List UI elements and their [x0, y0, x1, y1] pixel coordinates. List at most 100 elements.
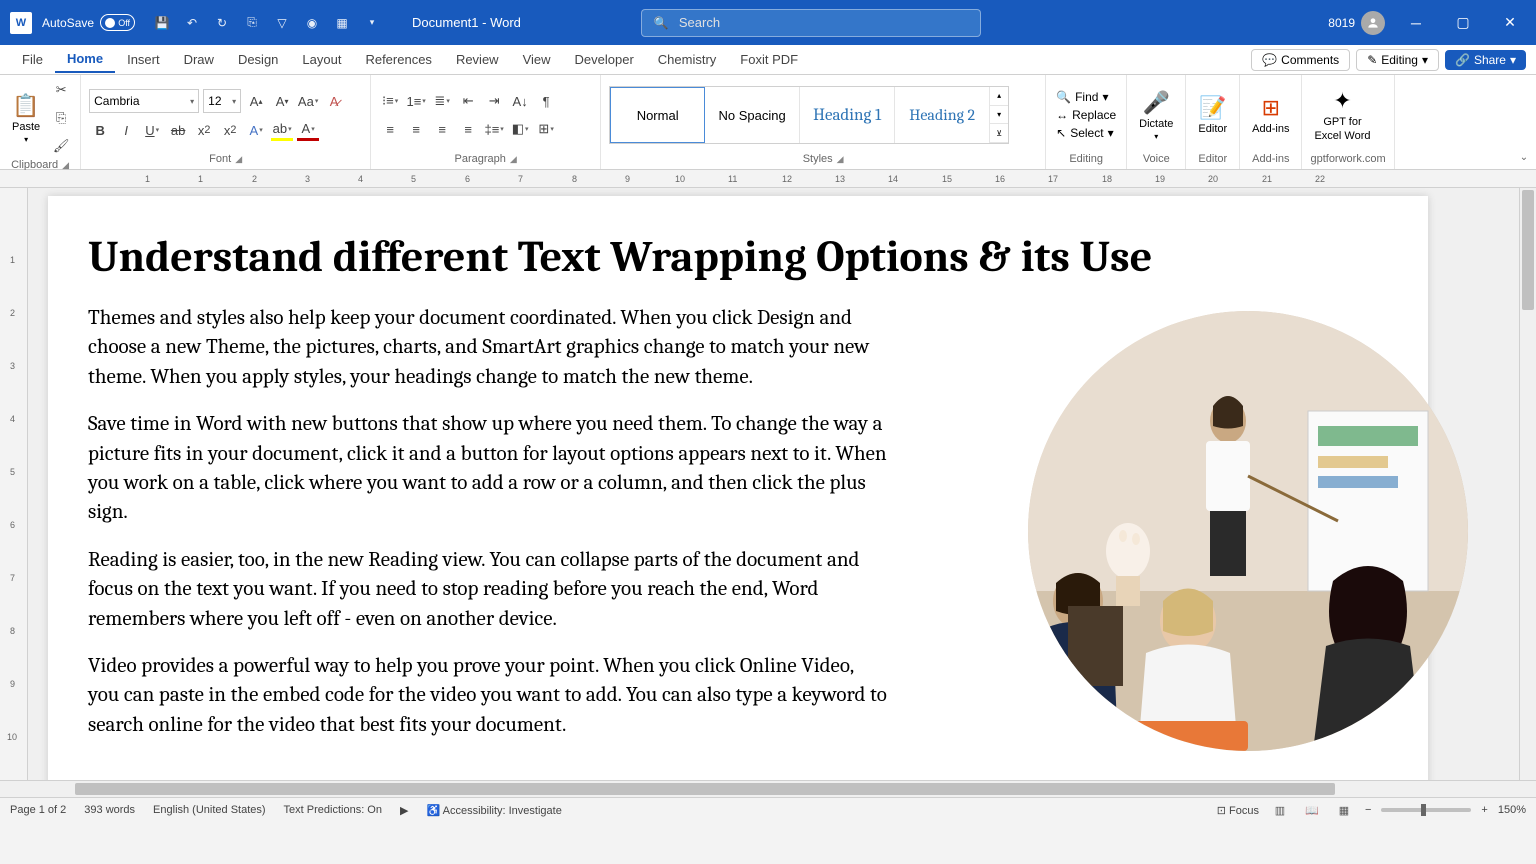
increase-indent-icon[interactable]: ⇥	[483, 90, 505, 112]
styles-launcher[interactable]: ◢	[837, 154, 844, 165]
gallery-up-icon[interactable]: ▴	[990, 87, 1008, 106]
line-spacing-icon[interactable]: ‡≡▾	[483, 118, 505, 140]
vscroll-thumb[interactable]	[1522, 190, 1534, 310]
tab-chemistry[interactable]: Chemistry	[646, 47, 729, 72]
horizontal-ruler[interactable]: 1123 4567 891011 12131415 16171819 20212…	[0, 170, 1536, 188]
status-predictions[interactable]: Text Predictions: On	[284, 804, 382, 816]
font-size-combo[interactable]: 12▾	[203, 89, 241, 113]
print-layout-icon[interactable]: ▥	[1269, 801, 1291, 819]
sort-icon[interactable]: A↓	[509, 90, 531, 112]
multilevel-list-icon[interactable]: ≣▾	[431, 90, 453, 112]
tab-file[interactable]: File	[10, 47, 55, 72]
strikethrough-button[interactable]: ab	[167, 119, 189, 141]
customize-qat-icon[interactable]: ▾	[362, 13, 382, 33]
text-effects-icon[interactable]: A▾	[245, 119, 267, 141]
font-name-combo[interactable]: Cambria▾	[89, 89, 199, 113]
font-launcher[interactable]: ◢	[235, 154, 242, 165]
vertical-ruler[interactable]: 1234 5678 910	[0, 188, 28, 780]
dictate-button[interactable]: 🎤 Dictate▾	[1135, 86, 1177, 145]
paragraph-launcher[interactable]: ◢	[510, 154, 517, 165]
clipboard-launcher[interactable]: ◢	[62, 160, 69, 171]
doc-heading[interactable]: Understand different Text Wrapping Optio…	[88, 231, 1368, 282]
tab-draw[interactable]: Draw	[172, 47, 226, 72]
comments-button[interactable]: 💬 Comments	[1251, 49, 1350, 71]
style-heading1[interactable]: Heading 1	[800, 87, 895, 143]
status-accessibility[interactable]: ♿ Accessibility: Investigate	[426, 804, 561, 817]
shading-icon[interactable]: ◧▾	[509, 118, 531, 140]
style-heading2[interactable]: Heading 2	[895, 87, 990, 143]
shrink-font-icon[interactable]: A▾	[271, 90, 293, 112]
search-input[interactable]	[679, 15, 968, 30]
undo-icon[interactable]: ↶	[182, 13, 202, 33]
style-no-spacing[interactable]: No Spacing	[705, 87, 800, 143]
redo-icon[interactable]: ↻	[212, 13, 232, 33]
paste-button[interactable]: 📋 Paste ▾	[8, 89, 44, 148]
doc-paragraph-4[interactable]: Video provides a powerful way to help yo…	[88, 652, 888, 740]
tab-developer[interactable]: Developer	[563, 47, 646, 72]
justify-icon[interactable]: ≡	[457, 118, 479, 140]
find-button[interactable]: 🔍 Find ▾	[1054, 89, 1118, 105]
tab-view[interactable]: View	[511, 47, 563, 72]
save-icon[interactable]: 💾	[152, 13, 172, 33]
style-normal[interactable]: Normal	[610, 87, 705, 143]
copy-icon[interactable]: ⎘	[50, 107, 72, 129]
share-button[interactable]: 🔗 Share ▾	[1445, 50, 1526, 70]
align-right-icon[interactable]: ≡	[431, 118, 453, 140]
zoom-slider[interactable]	[1381, 808, 1471, 812]
gpt-button[interactable]: ✦ GPT for Excel Word	[1310, 84, 1374, 146]
vertical-scrollbar[interactable]	[1519, 188, 1536, 780]
show-marks-icon[interactable]: ¶	[535, 90, 557, 112]
status-page[interactable]: Page 1 of 2	[10, 804, 66, 816]
focus-button[interactable]: ⊡ Focus	[1217, 804, 1259, 817]
status-macro-icon[interactable]: ▶	[400, 804, 408, 817]
hscroll-thumb[interactable]	[75, 783, 1335, 795]
bullets-icon[interactable]: ⁝≡▾	[379, 90, 401, 112]
maximize-button[interactable]: ▢	[1447, 7, 1479, 39]
decrease-indent-icon[interactable]: ⇤	[457, 90, 479, 112]
align-left-icon[interactable]: ≡	[379, 118, 401, 140]
qat-icon-3[interactable]: ▦	[332, 13, 352, 33]
underline-button[interactable]: U▾	[141, 119, 163, 141]
italic-button[interactable]: I	[115, 119, 137, 141]
numbering-icon[interactable]: 1≡▾	[405, 90, 427, 112]
editor-button[interactable]: 📝 Editor	[1194, 91, 1231, 139]
qat-icon-1[interactable]: ⎘	[242, 13, 262, 33]
bold-button[interactable]: B	[89, 119, 111, 141]
change-case-icon[interactable]: Aa▾	[297, 90, 319, 112]
highlight-icon[interactable]: ab▾	[271, 119, 293, 141]
gallery-down-icon[interactable]: ▾	[990, 106, 1008, 125]
tab-home[interactable]: Home	[55, 46, 115, 73]
user-badge[interactable]: 8019	[1328, 11, 1385, 35]
wrapped-image[interactable]	[1028, 311, 1468, 751]
qat-icon-2[interactable]: ◉	[302, 13, 322, 33]
tab-design[interactable]: Design	[226, 47, 290, 72]
horizontal-scrollbar[interactable]	[0, 780, 1536, 797]
tab-insert[interactable]: Insert	[115, 47, 172, 72]
select-button[interactable]: ↖ Select ▾	[1054, 125, 1118, 141]
zoom-out-button[interactable]: −	[1365, 804, 1371, 816]
cut-icon[interactable]: ✂	[50, 79, 72, 101]
collapse-ribbon-icon[interactable]: ⌄	[1520, 152, 1528, 163]
web-layout-icon[interactable]: ▦	[1333, 801, 1355, 819]
borders-icon[interactable]: ⊞▾	[535, 118, 557, 140]
tab-foxit[interactable]: Foxit PDF	[728, 47, 810, 72]
status-words[interactable]: 393 words	[84, 804, 135, 816]
read-mode-icon[interactable]: 📖	[1301, 801, 1323, 819]
tab-layout[interactable]: Layout	[290, 47, 353, 72]
minimize-button[interactable]: ─	[1400, 7, 1432, 39]
editing-mode-button[interactable]: ✎ Editing ▾	[1356, 49, 1439, 71]
doc-paragraph-1[interactable]: Themes and styles also help keep your do…	[88, 304, 888, 392]
zoom-level[interactable]: 150%	[1498, 804, 1526, 816]
filter-icon[interactable]: ▽	[272, 13, 292, 33]
addins-button[interactable]: ⊞ Add-ins	[1248, 91, 1293, 139]
format-painter-icon[interactable]: 🖌	[50, 135, 72, 157]
zoom-in-button[interactable]: +	[1481, 804, 1487, 816]
clear-format-icon[interactable]: A̷	[323, 90, 345, 112]
status-language[interactable]: English (United States)	[153, 804, 266, 816]
search-box[interactable]: 🔍	[641, 9, 981, 37]
superscript-button[interactable]: x2	[219, 119, 241, 141]
grow-font-icon[interactable]: A▴	[245, 90, 267, 112]
doc-paragraph-2[interactable]: Save time in Word with new buttons that …	[88, 410, 888, 528]
font-color-icon[interactable]: A▾	[297, 119, 319, 141]
autosave-toggle[interactable]: AutoSave Off	[42, 14, 135, 31]
